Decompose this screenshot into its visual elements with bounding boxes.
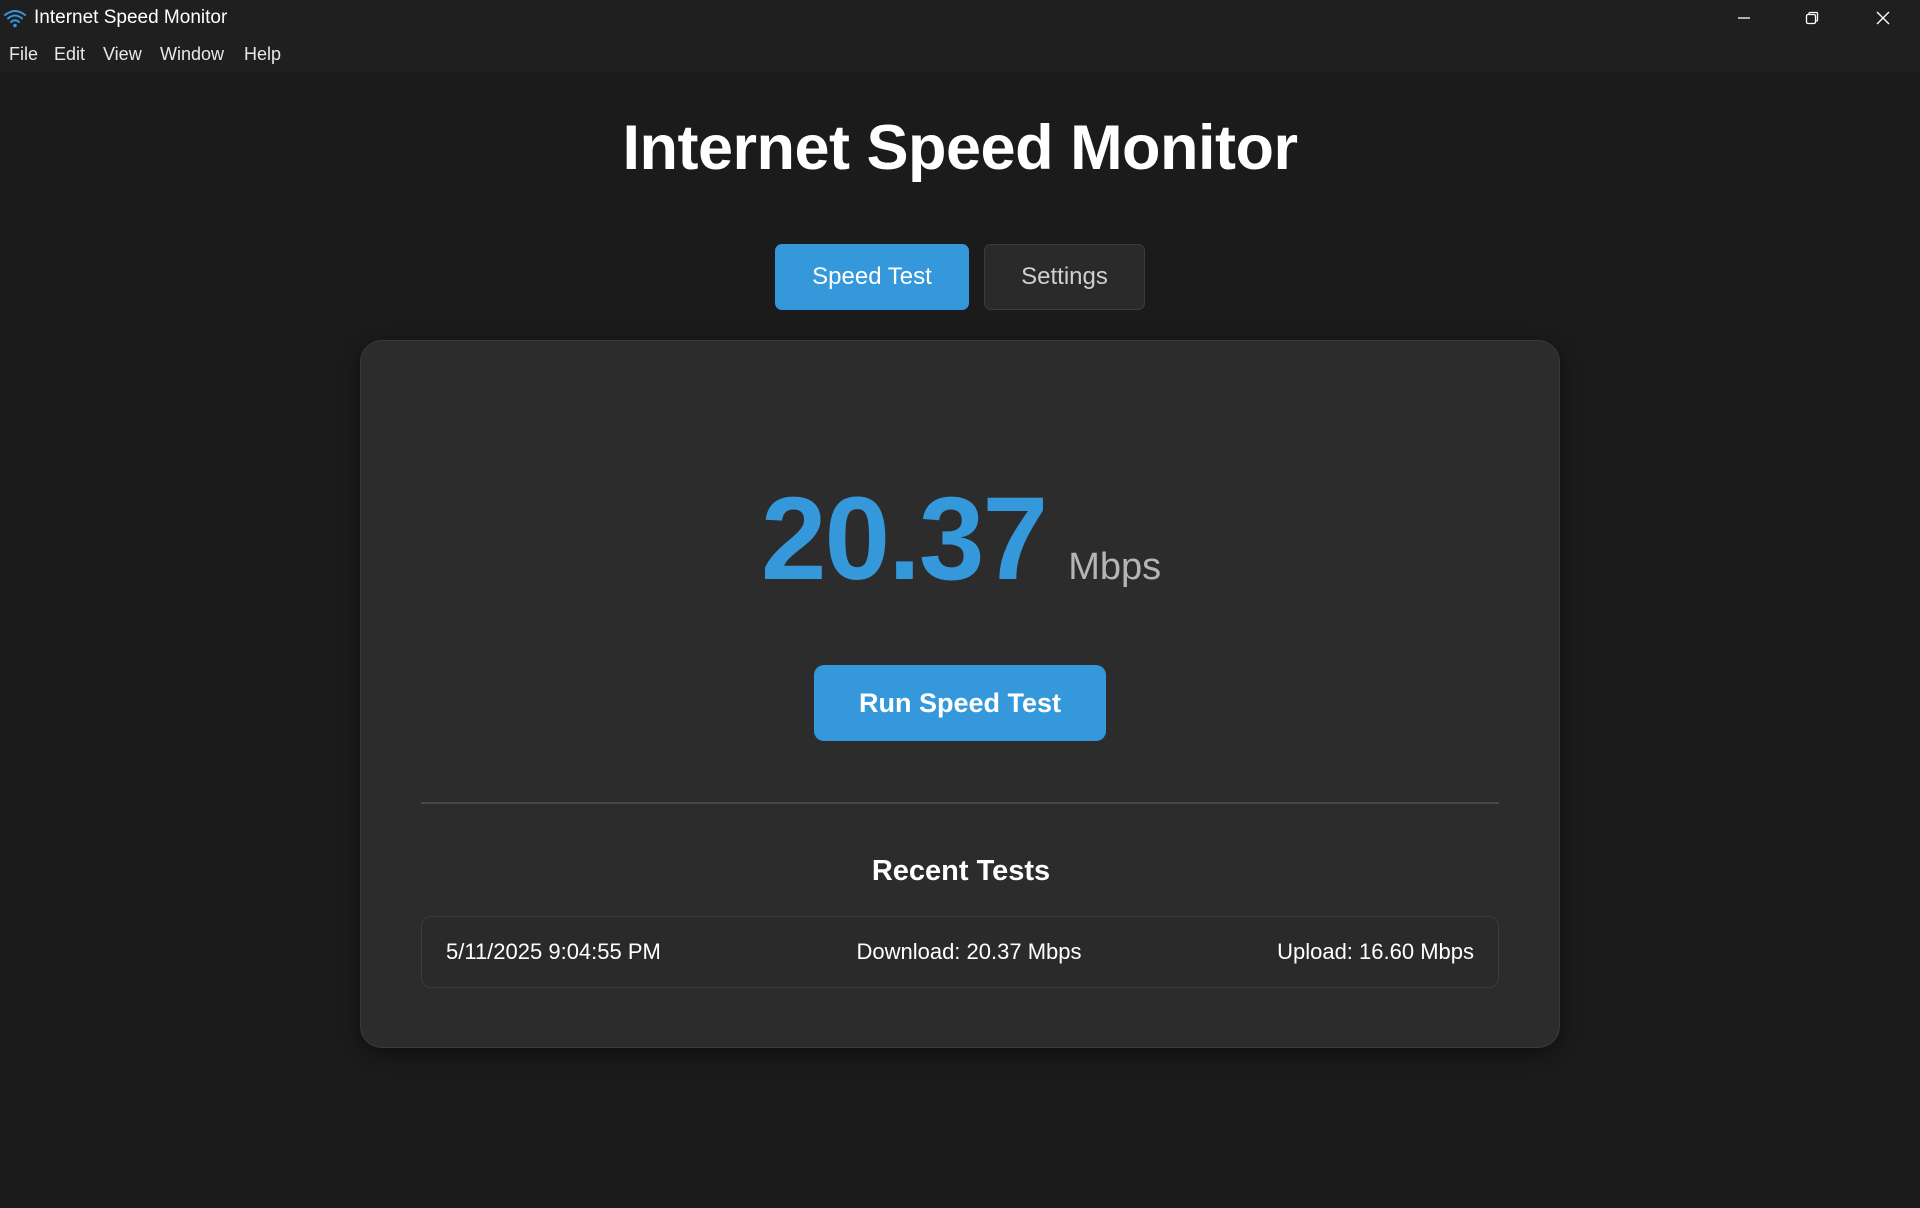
tab-settings[interactable]: Settings: [984, 244, 1145, 310]
run-speed-test-button[interactable]: Run Speed Test: [814, 665, 1106, 741]
list-item: 5/11/2025 9:04:55 PM Download: 20.37 Mbp…: [421, 916, 1499, 988]
minimize-button[interactable]: [1709, 0, 1779, 36]
close-icon: [1875, 10, 1891, 26]
menu-help[interactable]: Help: [244, 42, 281, 67]
minimize-icon: [1736, 10, 1752, 26]
speed-value: 20.37: [760, 473, 1048, 605]
menu-bar: File Edit View Window Help: [0, 36, 1920, 72]
speed-display: 20.37 Mbps: [361, 471, 1561, 605]
speed-unit: Mbps: [1068, 546, 1162, 588]
recent-tests-title: Recent Tests: [871, 855, 1051, 887]
test-download: Download: 20.37 Mbps: [856, 939, 1082, 964]
window-title: Internet Speed Monitor: [34, 7, 228, 28]
page-title: Internet Speed Monitor: [622, 113, 1298, 183]
wifi-icon: [3, 6, 27, 30]
menu-edit[interactable]: Edit: [54, 42, 85, 67]
close-button[interactable]: [1848, 0, 1918, 36]
test-timestamp: 5/11/2025 9:04:55 PM: [446, 939, 661, 964]
restore-button[interactable]: [1777, 0, 1847, 36]
tab-speed-test[interactable]: Speed Test: [775, 244, 969, 310]
test-upload: Upload: 16.60 Mbps: [1277, 939, 1474, 964]
title-bar: Internet Speed Monitor: [0, 0, 1920, 36]
restore-icon: [1804, 10, 1820, 26]
menu-file[interactable]: File: [9, 42, 38, 67]
divider: [421, 802, 1499, 804]
menu-view[interactable]: View: [103, 42, 142, 67]
menu-window[interactable]: Window: [160, 42, 224, 67]
speed-test-card: 20.37 Mbps Run Speed Test Recent Tests 5…: [360, 340, 1560, 1048]
